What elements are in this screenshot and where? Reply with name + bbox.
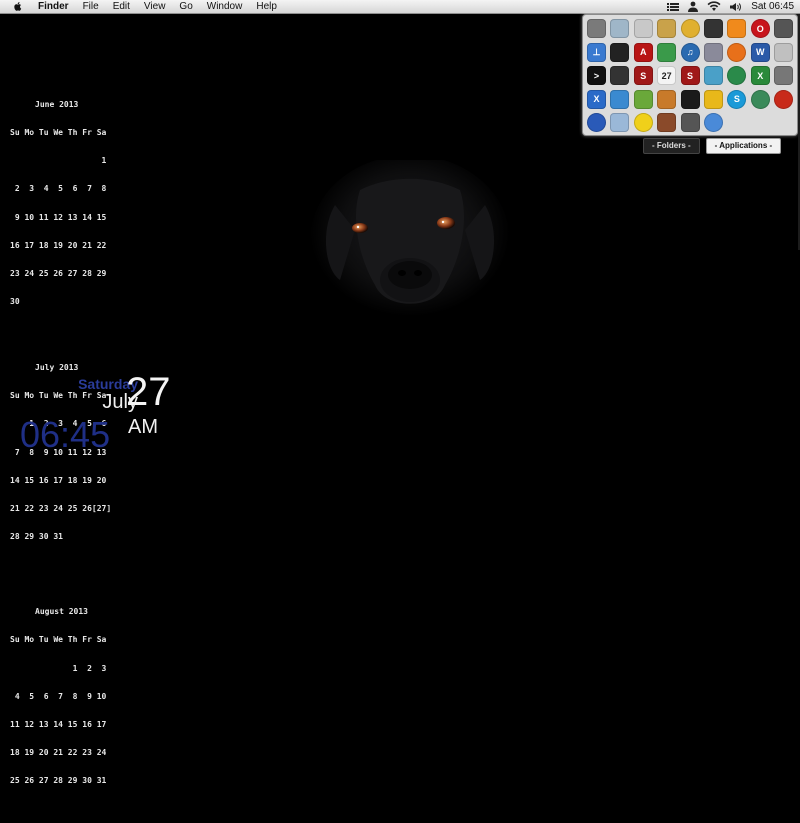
camera-icon[interactable] [703, 19, 723, 38]
calendar-header: Su Mo Tu We Th Fr Sa [10, 635, 107, 645]
calendar-week: 4 5 6 7 8 9 10 [10, 691, 107, 701]
skim-icon[interactable]: S [680, 66, 700, 85]
calendar-week: 16 17 18 19 20 21 22 [10, 240, 107, 250]
user-icon[interactable] [687, 1, 699, 12]
calendar-week: 11 12 13 14 15 16 17 [10, 720, 107, 730]
calendar-week: 9 10 11 12 13 14 15 [10, 212, 107, 222]
vlc-icon[interactable] [727, 19, 747, 38]
tab-applications[interactable]: - Applications - [705, 138, 782, 154]
notes-icon[interactable] [774, 42, 794, 62]
acrobat-icon[interactable]: A [633, 42, 653, 62]
word-icon[interactable]: W [750, 42, 770, 62]
calendar-icon[interactable]: 27 [657, 66, 677, 85]
photos-icon[interactable] [657, 42, 677, 62]
calendar-week: 25 26 27 28 29 30 31 [10, 776, 107, 786]
daisy-icon[interactable] [774, 89, 794, 109]
desktop-clock-widget: Saturday July 27 06:45 AM [20, 370, 190, 455]
volume-icon[interactable] [729, 2, 743, 12]
applications-stack-panel: O ⊥ A ♫ W > S 27 S X X S [582, 14, 798, 136]
calendar-title: June 2013 [35, 99, 79, 109]
calendar-week: 14 15 16 17 18 19 20 [10, 475, 107, 485]
calendar-week: 18 19 20 21 22 23 24 [10, 748, 107, 758]
fish-icon[interactable] [703, 66, 723, 85]
time-machine-icon[interactable] [750, 89, 770, 109]
menu-edit[interactable]: Edit [106, 0, 137, 13]
calendar-week: 2 3 4 5 6 7 8 [10, 184, 107, 194]
wifi-icon[interactable] [707, 1, 721, 12]
menu-window[interactable]: Window [200, 0, 250, 13]
mail-icon[interactable] [610, 19, 630, 38]
calendar-week: 30 [10, 297, 20, 307]
scrivener-icon[interactable]: S [633, 66, 653, 85]
opera-icon[interactable]: O [750, 19, 770, 38]
app-icon-grid: O ⊥ A ♫ W > S 27 S X X S [585, 17, 796, 135]
tab-folders[interactable]: - Folders - [643, 138, 700, 154]
clock-ampm: AM [128, 416, 158, 438]
menu-view[interactable]: View [137, 0, 173, 13]
safari-icon[interactable] [703, 113, 723, 132]
kindle-icon[interactable] [680, 89, 700, 109]
quicktime-icon[interactable] [727, 66, 747, 85]
clock-day: 27 [126, 370, 171, 414]
calendar-week: 1 2 3 [10, 663, 107, 673]
archive-icon[interactable] [633, 19, 653, 38]
library-icon[interactable] [657, 113, 677, 132]
chrome-icon[interactable] [680, 19, 700, 38]
crossover-icon[interactable] [633, 89, 653, 109]
menu-clock[interactable]: Sat 06:45 [751, 1, 794, 12]
excel-icon[interactable]: X [750, 66, 770, 85]
photo-booth-icon[interactable] [680, 113, 700, 132]
x-app-icon[interactable]: X [587, 89, 606, 109]
activity-icon[interactable] [610, 42, 630, 62]
menu-finder[interactable]: Finder [32, 0, 76, 13]
list-icon[interactable] [667, 2, 680, 12]
screenshot-icon[interactable] [774, 66, 794, 85]
calendar-week: 1 [10, 156, 107, 166]
calendar-title: July 2013 [35, 363, 79, 372]
box-icon[interactable] [657, 19, 677, 38]
calendar-june: June 2013 Su Mo Tu We Th Fr Sa 1 2 3 4 5… [10, 81, 111, 326]
calendar-week: 23 24 25 26 27 28 29 [10, 268, 107, 278]
network-icon[interactable] [610, 89, 630, 109]
firefox-icon[interactable] [727, 42, 747, 62]
stack-tabs: - Folders - - Applications - [643, 138, 782, 154]
finder-path-icon[interactable] [610, 113, 630, 132]
utility-icon[interactable] [587, 19, 606, 38]
skype-icon[interactable]: S [727, 89, 747, 109]
usb-icon[interactable]: ⊥ [587, 42, 606, 62]
itunes-icon[interactable]: ♫ [680, 42, 700, 62]
clock-time: 06:45 [20, 414, 111, 455]
clock-app-icon[interactable] [774, 19, 794, 38]
menu-go[interactable]: Go [172, 0, 199, 13]
radioactive-icon[interactable] [703, 89, 723, 109]
calendar-title: August 2013 [35, 607, 88, 617]
menu-file[interactable]: File [76, 0, 106, 13]
menu-bar: Finder File Edit View Go Window Help Sat… [0, 0, 800, 14]
calendar-week: 21 22 23 24 25 26[27] [10, 504, 112, 514]
world-icon[interactable] [587, 113, 606, 132]
film-icon[interactable] [610, 66, 630, 85]
gallery-icon[interactable] [657, 89, 677, 109]
apple-menu-icon[interactable] [12, 1, 24, 12]
calendar-week: 28 29 30 31 [10, 532, 63, 542]
calendar-header: Su Mo Tu We Th Fr Sa [10, 127, 107, 137]
pacman-icon[interactable] [633, 113, 653, 132]
calendar-august: August 2013 Su Mo Tu We Th Fr Sa 1 2 3 4… [10, 588, 111, 804]
menu-help[interactable]: Help [249, 0, 284, 13]
utility2-icon[interactable] [703, 42, 723, 62]
wallpaper-dog [310, 160, 510, 325]
terminal-icon[interactable]: > [587, 66, 606, 85]
